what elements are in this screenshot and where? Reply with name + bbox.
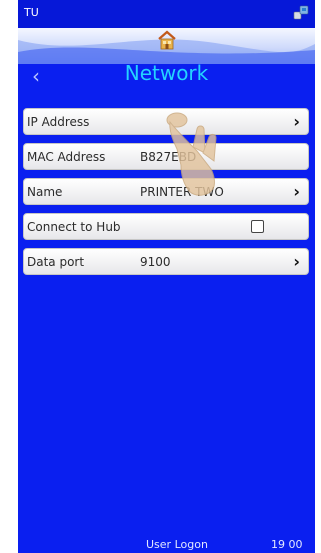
data-port-label: Data port <box>27 255 85 269</box>
page-title: Network <box>124 61 209 85</box>
connect-to-hub-row[interactable]: Connect to Hub <box>23 213 309 240</box>
connect-to-hub-checkbox[interactable] <box>251 220 264 233</box>
status-bar: TU <box>18 0 315 28</box>
clock-text: 19 00 <box>271 538 303 551</box>
data-port-value: 9100 <box>140 255 171 269</box>
connect-to-hub-label: Connect to Hub <box>27 220 121 234</box>
mac-address-row: MAC Address B827EBD <box>23 143 309 170</box>
network-status-icon <box>293 5 309 21</box>
mac-address-value: B827EBD <box>140 150 197 164</box>
chevron-right-icon: › <box>293 112 300 131</box>
ip-address-label: IP Address <box>27 115 90 129</box>
mac-address-label: MAC Address <box>27 150 106 164</box>
app-screen: TU ‹ Network IP Address › MAC Address B8… <box>18 0 315 553</box>
data-port-row[interactable]: Data port 9100 › <box>23 248 309 275</box>
ip-address-row[interactable]: IP Address › <box>23 108 309 135</box>
name-row[interactable]: Name PRINTER TWO › <box>23 178 309 205</box>
home-icon[interactable] <box>158 30 176 50</box>
chevron-right-icon: › <box>293 182 300 201</box>
status-label: TU <box>24 6 39 19</box>
user-logon-button[interactable]: User Logon <box>146 538 208 551</box>
name-value: PRINTER TWO <box>140 185 224 199</box>
name-label: Name <box>27 185 63 199</box>
chevron-right-icon: › <box>293 252 300 271</box>
